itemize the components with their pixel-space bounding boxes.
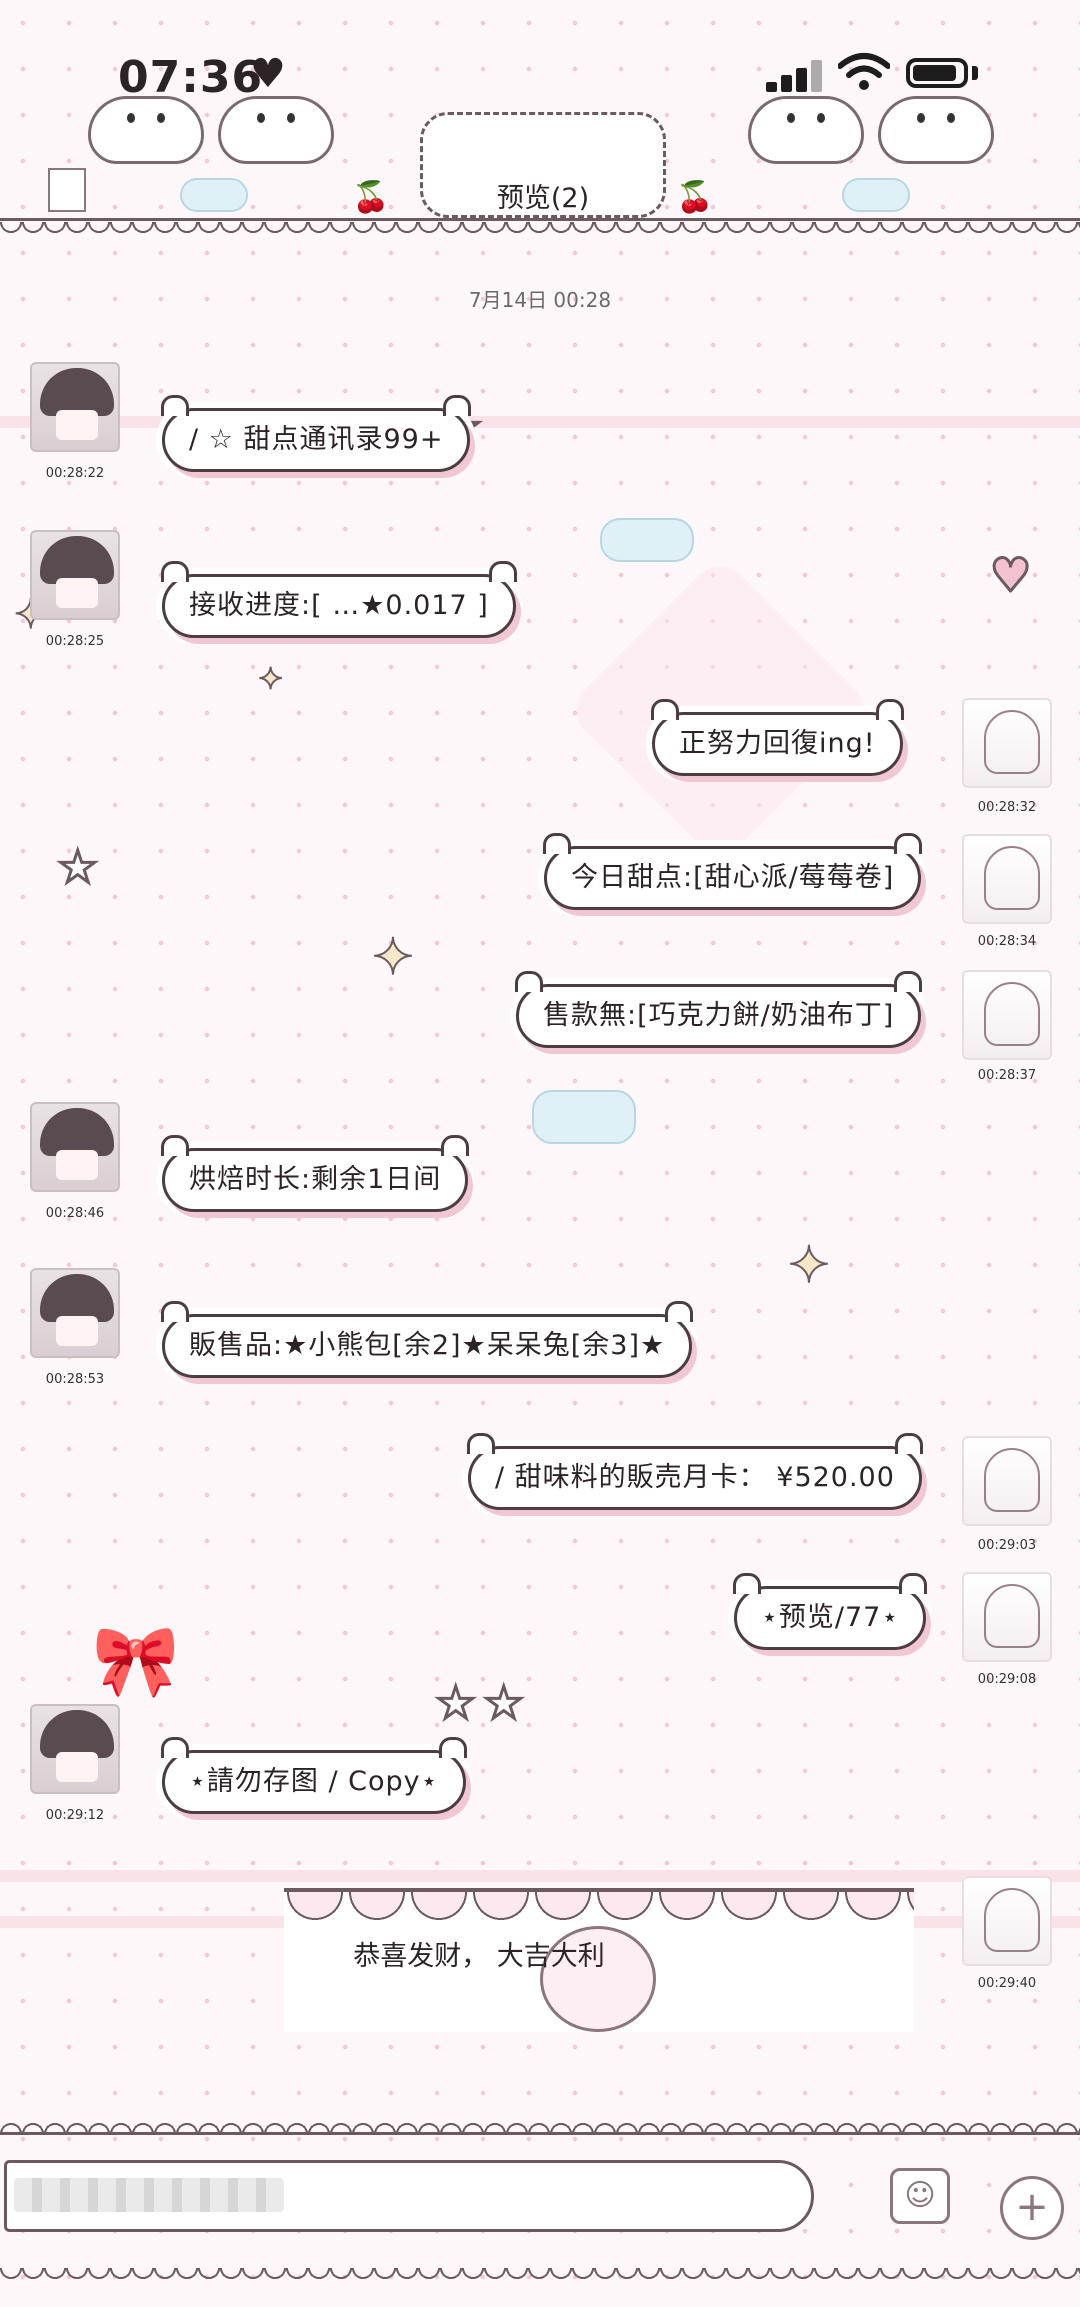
battery-cap [972, 66, 978, 80]
user-avatar[interactable] [962, 834, 1052, 924]
battery-fill [913, 65, 956, 81]
user-avatar[interactable] [962, 698, 1052, 788]
header-divider [0, 218, 1080, 221]
message-time: 00:29:03 [977, 1538, 1037, 1553]
star-decoration: ★ [434, 1677, 476, 1731]
message-time: 00:28:25 [45, 634, 105, 649]
heart-decoration: ♥ [988, 547, 1032, 604]
user-avatar[interactable] [962, 1572, 1052, 1662]
plus-icon[interactable]: + [1000, 2176, 1064, 2240]
sparkle-decoration: ✦ [787, 1235, 831, 1295]
sparkle-decoration: ✦ [371, 927, 415, 987]
sparkle-decoration: ✦ [257, 661, 284, 698]
cloud-decoration [532, 1090, 636, 1144]
message-time: 00:29:12 [45, 1808, 105, 1823]
contact-avatar[interactable] [30, 1102, 120, 1192]
star-decoration: ★ [482, 1677, 524, 1731]
message-bubble[interactable]: 今日甜点:[甜心派/莓莓卷] [542, 833, 923, 910]
user-avatar[interactable] [962, 970, 1052, 1060]
message-bubble[interactable]: / ☆ 甜点通讯录99+ [160, 395, 472, 472]
input-divider [0, 2132, 1080, 2135]
stripe-decoration [0, 1870, 1080, 1882]
message-time: 00:29:40 [977, 1976, 1037, 1991]
bow-decoration: 🎀 [92, 1620, 180, 1702]
message-bubble[interactable]: 烘焙时长:剩余1日间 [160, 1135, 470, 1212]
cherry-icon: 🍒 [676, 180, 714, 215]
contact-avatar[interactable] [30, 1704, 120, 1794]
message-bubble[interactable]: 售款無:[巧克力餅/奶油布丁] [514, 971, 923, 1048]
redacted-input-content [14, 2178, 284, 2212]
message-time: 00:28:53 [45, 1372, 105, 1387]
bunny-decoration [88, 96, 204, 164]
bunny-decoration [748, 96, 864, 164]
cloud-decoration [180, 178, 248, 212]
bunny-decoration [218, 96, 334, 164]
red-packet-text: 恭喜发财， 大吉大利 [353, 1941, 605, 1972]
star-decoration: ★ [56, 841, 98, 895]
message-bubble[interactable]: 接收进度:[ …★0.017 ] [161, 561, 517, 638]
emoji-icon[interactable]: ☺ [890, 2168, 950, 2224]
stripe-decoration [0, 416, 1080, 428]
note-icon [48, 168, 86, 212]
message-time: 00:28:37 [977, 1068, 1037, 1083]
heart-icon: ♥ [250, 51, 286, 97]
message-time: 00:28:32 [977, 800, 1037, 815]
chat-title: 预览(2) [496, 183, 590, 214]
battery-icon [906, 58, 968, 88]
wifi-icon [838, 53, 890, 90]
message-bubble[interactable]: / 甜味料的販売月卡： ¥520.00 [467, 1433, 923, 1510]
bunny-decoration [878, 96, 994, 164]
message-bubble[interactable]: 正努力回復ing! [651, 699, 904, 776]
message-bubble[interactable]: ⋆预览/77⋆ [732, 1573, 928, 1650]
header-scallop [0, 222, 1080, 236]
chat-date: 7月14日 00:28 [468, 288, 612, 312]
heart-background-decoration [564, 554, 876, 866]
message-time: 00:28:34 [977, 934, 1037, 949]
contact-avatar[interactable] [30, 1268, 120, 1358]
message-time: 00:28:22 [45, 466, 105, 481]
message-bubble[interactable]: 販售品:★小熊包[余2]★呆呆兔[余3]★ [160, 1301, 694, 1378]
cloud-decoration [842, 178, 910, 212]
contact-avatar[interactable] [30, 530, 120, 620]
user-avatar[interactable] [962, 1876, 1052, 1966]
cherry-icon: 🍒 [352, 180, 390, 215]
cloud-decoration [600, 518, 694, 562]
bottom-scallop [0, 2268, 1080, 2282]
contact-avatar[interactable] [30, 362, 120, 452]
message-time: 00:28:46 [45, 1206, 105, 1221]
signal-icon [766, 58, 826, 92]
message-time: 00:29:08 [977, 1672, 1037, 1687]
user-avatar[interactable] [962, 1436, 1052, 1526]
message-bubble[interactable]: ⋆請勿存图 / Copy⋆ [161, 1737, 467, 1814]
